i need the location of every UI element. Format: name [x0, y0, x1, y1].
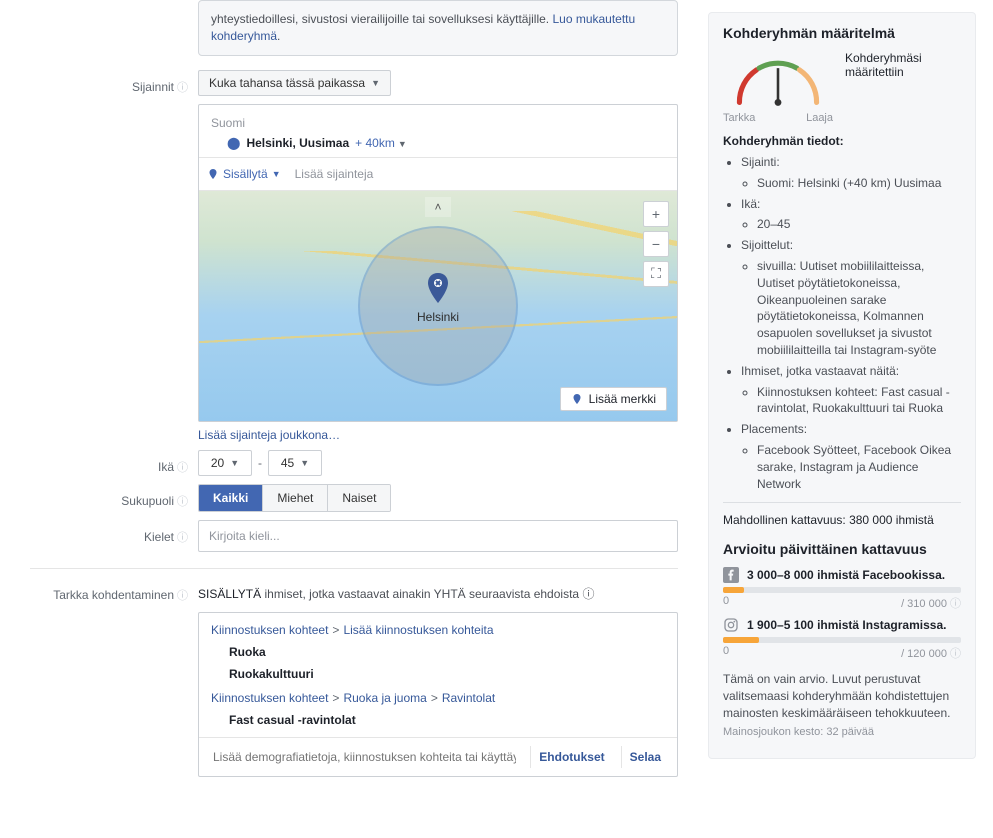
potential-reach: Mahdollinen kattavuus: 380 000 ihmistä	[723, 513, 961, 527]
info-icon: ⓘ	[177, 82, 188, 94]
age-max-dropdown[interactable]: 45▼	[268, 450, 322, 476]
chevron-down-icon: ▼	[371, 78, 380, 88]
info-icon: ⓘ	[177, 590, 188, 602]
targeting-item[interactable]: Ruokakulttuuri	[211, 663, 665, 685]
facebook-reach-bar	[723, 587, 961, 593]
gender-label: Sukupuoliⓘ	[30, 484, 198, 512]
targeting-path: Kiinnostuksen kohteet>Ruoka ja juoma>Rav…	[211, 691, 665, 705]
pin-icon	[571, 393, 583, 405]
instagram-reach-text: 1 900–5 100 ihmistä Instagramissa.	[747, 618, 946, 632]
browse-button[interactable]: Selaa	[621, 746, 669, 768]
locations-label: Sijainnitⓘ	[30, 70, 198, 442]
gender-women-button[interactable]: Naiset	[327, 485, 390, 511]
map-marker-icon	[426, 273, 450, 306]
age-label: Ikäⓘ	[30, 450, 198, 476]
add-locations-bulk-link[interactable]: Lisää sijainteja joukkona…	[198, 428, 340, 442]
add-pin-button[interactable]: Lisää merkki	[560, 387, 667, 411]
pin-icon: ⬤	[227, 136, 240, 150]
info-icon: ⓘ	[177, 462, 188, 474]
map-city-label: Helsinki	[417, 310, 459, 324]
facebook-reach-labels: 0 / 310 000 ⓘ	[723, 595, 961, 611]
chevron-down-icon: ▼	[272, 169, 281, 179]
chevron-down-icon: ▼	[230, 458, 239, 468]
languages-input[interactable]	[198, 520, 678, 552]
daily-reach-title: Arvioitu päivittäinen kattavuus	[723, 541, 961, 557]
languages-label: Kieletⓘ	[30, 520, 198, 552]
audience-definition-panel: Kohderyhmän määritelmä Tarkka Laaja Kohd…	[708, 12, 976, 759]
detailed-header: SISÄLLYTÄ ihmiset, jotka vastaavat ainak…	[198, 585, 678, 602]
info-icon: ⓘ	[177, 496, 188, 508]
gender-all-button[interactable]: Kaikki	[199, 485, 262, 511]
map-radius-circle	[358, 226, 518, 386]
detailed-targeting-label: Tarkka kohdentaminenⓘ	[30, 585, 198, 777]
info-icon: ⓘ	[950, 648, 961, 660]
location-mode-dropdown[interactable]: Kuka tahansa tässä paikassa▼	[198, 70, 391, 96]
location-item[interactable]: ⬤ Helsinki, Uusimaa + 40km▼	[209, 133, 667, 153]
targeting-item[interactable]: Fast casual -ravintolat	[211, 709, 665, 731]
gauge-label-right: Laaja	[806, 112, 833, 124]
targeting-item[interactable]: Ruoka	[211, 641, 665, 663]
map-collapse-icon[interactable]: ˄	[425, 197, 451, 217]
location-map[interactable]: ˄ Helsinki + − ⛶ Lisää merkki	[199, 191, 677, 421]
chevron-down-icon: ▼	[300, 458, 309, 468]
age-min-dropdown[interactable]: 20▼	[198, 450, 252, 476]
map-zoom-out-button[interactable]: −	[643, 231, 669, 257]
gauge-icon	[723, 51, 833, 111]
audience-details-title: Kohderyhmän tiedot:	[723, 134, 961, 148]
info-icon: ⓘ	[582, 587, 594, 601]
location-radius-dropdown[interactable]: + 40km▼	[355, 136, 407, 150]
facebook-reach-text: 3 000–8 000 ihmistä Facebookissa.	[747, 568, 945, 582]
pin-icon	[207, 168, 219, 180]
info-text: yhteystiedoillesi, sivustosi vierailijoi…	[211, 12, 552, 26]
chevron-down-icon: ▼	[398, 139, 407, 149]
info-icon: ⓘ	[950, 598, 961, 610]
estimate-note: Tämä on vain arvio. Luvut perustuvat val…	[723, 671, 961, 721]
info-box-custom-audience: yhteystiedoillesi, sivustosi vierailijoi…	[198, 0, 678, 56]
map-fullscreen-button[interactable]: ⛶	[643, 261, 669, 287]
gauge-label-left: Tarkka	[723, 112, 755, 124]
adset-duration-note: Mainosjoukon kesto: 32 päivää	[723, 726, 961, 738]
instagram-icon	[723, 617, 739, 633]
info-icon: ⓘ	[177, 532, 188, 544]
audience-details-list: Sijainti: Suomi: Helsinki (+40 km) Uusim…	[723, 154, 961, 492]
map-zoom-in-button[interactable]: +	[643, 201, 669, 227]
panel-title: Kohderyhmän määritelmä	[723, 25, 961, 41]
age-dash: -	[252, 456, 268, 470]
gauge-status-text: Kohderyhmäsi määritettiin	[845, 51, 961, 79]
location-search-input[interactable]	[291, 163, 669, 185]
location-item-name: Helsinki, Uusimaa	[246, 136, 349, 150]
location-list: Suomi ⬤ Helsinki, Uusimaa + 40km▼	[199, 105, 677, 158]
include-dropdown[interactable]: Sisällytä ▼	[207, 167, 281, 181]
suggestions-button[interactable]: Ehdotukset	[530, 746, 612, 768]
detailed-targeting-input[interactable]	[207, 744, 522, 770]
instagram-reach-bar	[723, 637, 961, 643]
gender-men-button[interactable]: Miehet	[262, 485, 327, 511]
detailed-targeting-box: Kiinnostuksen kohteet>Lisää kiinnostukse…	[198, 612, 678, 777]
facebook-icon	[723, 567, 739, 583]
location-country: Suomi	[209, 113, 667, 133]
targeting-path: Kiinnostuksen kohteet>Lisää kiinnostukse…	[211, 623, 665, 637]
instagram-reach-labels: 0 / 120 000 ⓘ	[723, 645, 961, 661]
